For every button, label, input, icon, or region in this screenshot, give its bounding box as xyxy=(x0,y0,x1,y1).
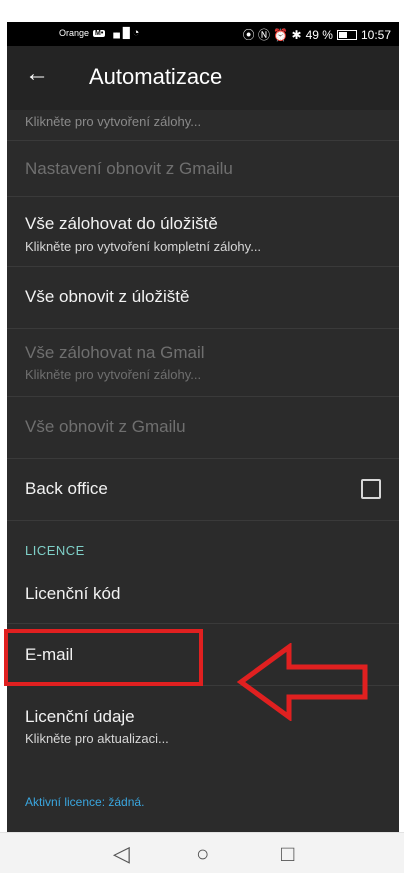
list-item-restore-all-storage[interactable]: Vše obnovit z úložiště xyxy=(7,266,399,329)
status-right: ⦿ Ⓝ ⏰ ✱ 49 % 10:57 xyxy=(243,26,391,43)
signal-icon: ▗▖█ xyxy=(109,27,129,39)
list-item-licence-code[interactable]: Licenční kód xyxy=(7,562,399,624)
left-arrow-outline-icon xyxy=(236,643,368,721)
status-left: Orange M• ▗▖█ ◔ xyxy=(59,27,139,39)
page-title: Automatizace xyxy=(89,64,223,89)
list-item-title: Licenční kód xyxy=(25,584,121,603)
carrier-badge-icon: M• xyxy=(93,29,106,37)
list-item-back-office[interactable]: Back office xyxy=(7,458,399,521)
list-item-title: Back office xyxy=(25,479,108,498)
list-item-subtitle: Klikněte pro vytvoření kompletní zálohy.… xyxy=(25,239,262,254)
list-item-subtitle: Klikněte pro vytvoření zálohy... xyxy=(25,114,202,129)
status-bar: Orange M• ▗▖█ ◔ ⦿ Ⓝ ⏰ ✱ 49 % 10:57 xyxy=(7,22,399,46)
list-item-backup-all-gmail[interactable]: Vše zálohovat na Gmail Klikněte pro vytv… xyxy=(7,328,399,397)
back-office-checkbox[interactable] xyxy=(361,479,381,499)
list-item-title: Vše obnovit z úložiště xyxy=(25,287,190,306)
list-item-title: Licenční údaje xyxy=(25,707,135,726)
clock: 10:57 xyxy=(360,27,391,42)
nav-recents-icon[interactable]: □ xyxy=(281,841,294,867)
system-nav-bar: ◁ ○ □ xyxy=(0,832,404,873)
list-item-backup-all-storage[interactable]: Vše zálohovat do úložiště Klikněte pro v… xyxy=(7,196,399,267)
list-item-title: Vše zálohovat na Gmail xyxy=(25,343,205,362)
list-item-title: Vše zálohovat do úložiště xyxy=(25,214,218,233)
list-item-title: Nastavení obnovit z Gmailu xyxy=(25,159,233,178)
app-bar: ← Automatizace xyxy=(7,46,399,110)
active-licence-status: Aktivní licence: žádná. xyxy=(25,795,145,809)
nav-back-icon[interactable]: ◁ xyxy=(113,841,130,867)
carrier-label: Orange xyxy=(59,28,90,38)
battery-fill xyxy=(338,31,347,38)
list-item-title: Vše obnovit z Gmailu xyxy=(25,417,186,436)
email-highlight-box xyxy=(4,629,203,686)
wifi-icon: ◔ xyxy=(132,27,140,39)
battery-icon xyxy=(336,29,357,40)
status-icons: ⦿ Ⓝ ⏰ ✱ xyxy=(242,28,302,42)
section-header-licence: LICENCE xyxy=(25,543,85,558)
battery-percent: 49 % xyxy=(305,27,333,42)
settings-list: Klikněte pro vytvoření zálohy... Nastave… xyxy=(7,110,399,832)
nav-home-icon[interactable]: ○ xyxy=(196,841,209,867)
list-item-restore-gmail-settings[interactable]: Nastavení obnovit z Gmailu xyxy=(7,140,399,197)
list-item-restore-all-gmail[interactable]: Vše obnovit z Gmailu xyxy=(7,396,399,459)
list-item-subtitle: Klikněte pro aktualizaci... xyxy=(25,731,169,746)
list-item-partial[interactable]: Klikněte pro vytvoření zálohy... xyxy=(7,110,399,141)
back-arrow-icon[interactable]: ← xyxy=(25,60,49,88)
list-item-subtitle: Klikněte pro vytvoření zálohy... xyxy=(25,367,202,382)
